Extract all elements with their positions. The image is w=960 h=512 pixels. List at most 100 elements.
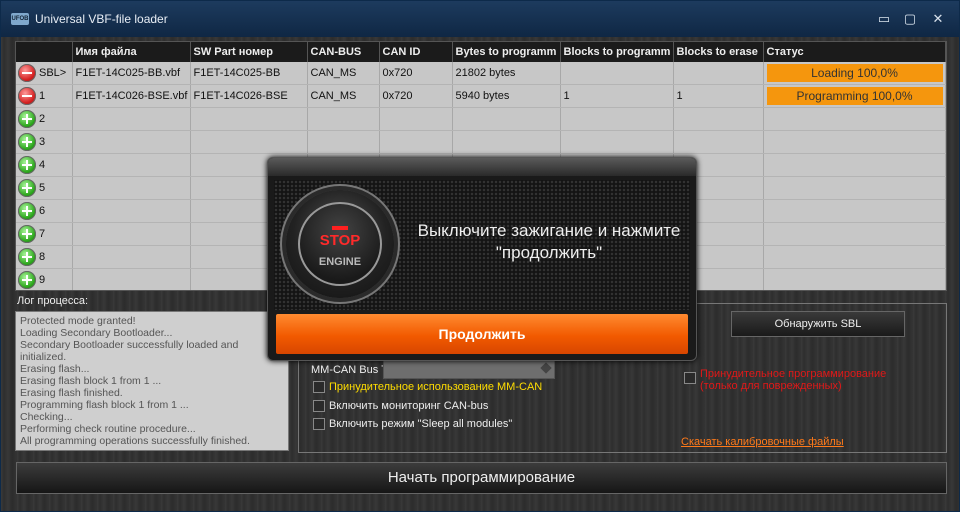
cell-bytes: 21802 bytes	[452, 62, 561, 85]
engine-text: ENGINE	[318, 256, 362, 268]
log-line: Erasing flash block 1 from 1 ...	[20, 375, 162, 387]
cell-file	[72, 107, 191, 131]
cell-blocks: 1	[560, 84, 674, 108]
remove-row-button[interactable]	[18, 87, 36, 105]
log-line: Erasing flash...	[20, 363, 90, 375]
cell-erase	[673, 107, 764, 131]
maximize-button[interactable]: ▢	[901, 11, 919, 27]
column-header[interactable]: Blocks to erase	[673, 42, 764, 62]
led-indicator	[332, 226, 348, 230]
cell-id	[379, 107, 453, 131]
cell-sw	[190, 107, 308, 131]
cell-id: 0x720	[379, 84, 453, 108]
download-calibration-link[interactable]: Скачать калибровочные файлы	[681, 436, 844, 448]
column-header[interactable]: Статус	[763, 42, 946, 62]
dialog-header	[268, 158, 696, 176]
log-line: Performing check routine procedure...	[20, 423, 196, 435]
cell-bytes	[452, 107, 561, 131]
column-header[interactable]	[16, 42, 73, 62]
row-slot-label: 5	[39, 182, 46, 194]
force-mmcan-checkbox[interactable]	[313, 381, 325, 394]
log-line: Checking...	[20, 411, 73, 423]
force-programming-sublabel: (только для поврежденных)	[700, 380, 842, 392]
bus-type-select[interactable]	[383, 359, 555, 379]
add-row-button[interactable]	[18, 110, 36, 128]
force-mmcan-option[interactable]: Принудительное использование MM-CAN	[313, 381, 543, 394]
force-programming-label: Принудительное программирование	[700, 368, 887, 380]
log-line: Protected mode granted!	[20, 315, 136, 327]
monitor-can-option[interactable]: Включить мониторинг CAN-bus	[313, 400, 489, 413]
row-slot-label: SBL>	[39, 67, 67, 79]
log-line: All programming operations successfully …	[20, 435, 250, 447]
stop-text: STOP	[319, 232, 361, 249]
cell-bus: CAN_MS	[307, 84, 380, 108]
monitor-can-checkbox[interactable]	[313, 400, 325, 413]
chevron-down-icon	[540, 362, 552, 374]
cell-bytes: 5940 bytes	[452, 84, 561, 108]
cell-erase	[673, 130, 764, 154]
cell-sw: F1ET-14C025-BB	[190, 62, 308, 85]
column-header[interactable]: Bytes to programm	[452, 42, 561, 62]
cell-file	[72, 199, 191, 223]
monitor-can-label: Включить мониторинг CAN-bus	[329, 400, 489, 413]
continue-button[interactable]: Продолжить	[276, 314, 688, 354]
row-slot-label: 1	[39, 90, 46, 102]
add-row-button[interactable]	[18, 271, 36, 289]
log-panel[interactable]: Protected mode granted! Loading Secondary…	[15, 311, 289, 451]
log-line: Programming flash block 1 from 1 ...	[20, 399, 189, 411]
close-button[interactable]: ✕	[929, 11, 947, 27]
cell-bus	[307, 130, 380, 154]
column-header[interactable]: Blocks to programm	[560, 42, 674, 62]
add-row-button[interactable]	[18, 133, 36, 151]
minimize-button[interactable]: ▭	[875, 11, 893, 27]
cell-file	[72, 268, 191, 290]
force-programming-option[interactable]: Принудительное программирование (только д…	[684, 368, 886, 392]
column-header[interactable]: CAN-BUS	[307, 42, 380, 62]
table-row[interactable]: SBL> F1ET-14C025-BB.vbf F1ET-14C025-BB CAN_…	[16, 62, 946, 85]
table-row[interactable]: 1 F1ET-14C026-BSE.vbf F1ET-14C026-BSE CAN_M…	[16, 84, 946, 108]
table-row[interactable]: 2	[16, 107, 946, 131]
add-row-button[interactable]	[18, 202, 36, 220]
log-line: Secondary Bootloader successfully loaded…	[20, 339, 239, 363]
add-row-button[interactable]	[18, 156, 36, 174]
status-badge: Programming 100,0%	[766, 87, 943, 105]
log-label: Лог процесса:	[17, 295, 89, 307]
cell-file	[72, 176, 191, 200]
cell-file	[72, 153, 191, 177]
row-slot-label: 7	[39, 228, 46, 240]
column-header[interactable]: CAN ID	[379, 42, 453, 62]
cell-bus	[307, 107, 380, 131]
cell-id	[379, 130, 453, 154]
start-programming-button[interactable]: Начать программирование	[16, 462, 947, 494]
add-row-button[interactable]	[18, 248, 36, 266]
sleep-mode-checkbox[interactable]	[313, 418, 325, 431]
app-window: UFOB Universal VBF-file loader ▭ ▢ ✕ Имя…	[0, 0, 960, 512]
cell-bus: CAN_MS	[307, 62, 380, 85]
column-header[interactable]: SW Part номер	[190, 42, 308, 62]
row-slot-label: 3	[39, 136, 46, 148]
force-programming-checkbox[interactable]	[684, 372, 696, 384]
cell-erase: 1	[673, 84, 764, 108]
force-mmcan-label: Принудительное использование MM-CAN	[329, 381, 543, 394]
remove-row-button[interactable]	[18, 64, 36, 82]
cell-file: F1ET-14C025-BB.vbf	[72, 62, 191, 85]
cell-sw: F1ET-14C026-BSE	[190, 84, 308, 108]
cell-id: 0x720	[379, 62, 453, 85]
cell-sw	[190, 130, 308, 154]
stop-engine-icon: STOP ENGINE	[286, 190, 394, 298]
column-header[interactable]: Имя файла	[72, 42, 191, 62]
row-slot-label: 4	[39, 159, 46, 171]
log-line: Erasing flash finished.	[20, 387, 123, 399]
table-row[interactable]: 3	[16, 130, 946, 154]
sleep-mode-option[interactable]: Включить режим "Sleep all modules"	[313, 418, 512, 431]
add-row-button[interactable]	[18, 179, 36, 197]
detect-sbl-button[interactable]: Обнаружить SBL	[731, 311, 905, 337]
add-row-button[interactable]	[18, 225, 36, 243]
app-icon: UFOB	[11, 13, 29, 25]
cell-blocks	[560, 130, 674, 154]
row-slot-label: 2	[39, 113, 46, 125]
title-bar: UFOB Universal VBF-file loader ▭ ▢ ✕	[1, 1, 959, 37]
window-title: Universal VBF-file loader	[35, 12, 168, 26]
cell-blocks	[560, 107, 674, 131]
cell-file	[72, 130, 191, 154]
